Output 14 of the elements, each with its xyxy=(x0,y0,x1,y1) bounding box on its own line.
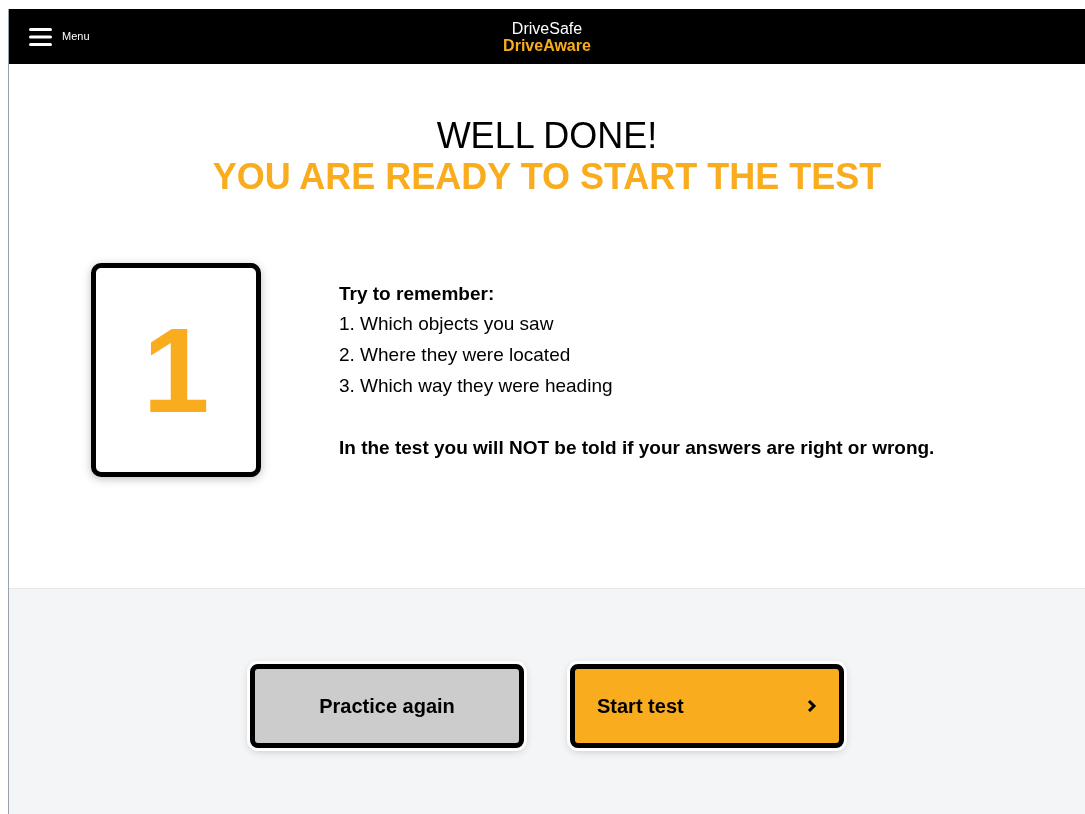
instruction-item: 2. Where they were located xyxy=(339,343,572,367)
subheading: YOU ARE READY TO START THE TEST xyxy=(212,157,882,197)
brand-logo: DriveSafe DriveAware xyxy=(503,19,591,54)
instructions-note: In the test you will NOT be told if your answers are right or wrong. xyxy=(339,436,935,460)
instructions-title: Try to remember: xyxy=(339,282,496,306)
chevron-right-icon xyxy=(807,699,817,713)
counter-number: 1 xyxy=(142,310,210,430)
instruction-item: 3. Which way they were heading xyxy=(339,374,614,398)
instruction-item: 1. Which objects you saw xyxy=(339,312,555,336)
heading: WELL DONE! xyxy=(436,116,658,156)
start-test-button[interactable]: Start test xyxy=(570,664,844,748)
menu-button[interactable]: Menu xyxy=(29,27,90,46)
practice-again-button[interactable]: Practice again xyxy=(250,664,524,748)
menu-icon xyxy=(29,27,52,46)
